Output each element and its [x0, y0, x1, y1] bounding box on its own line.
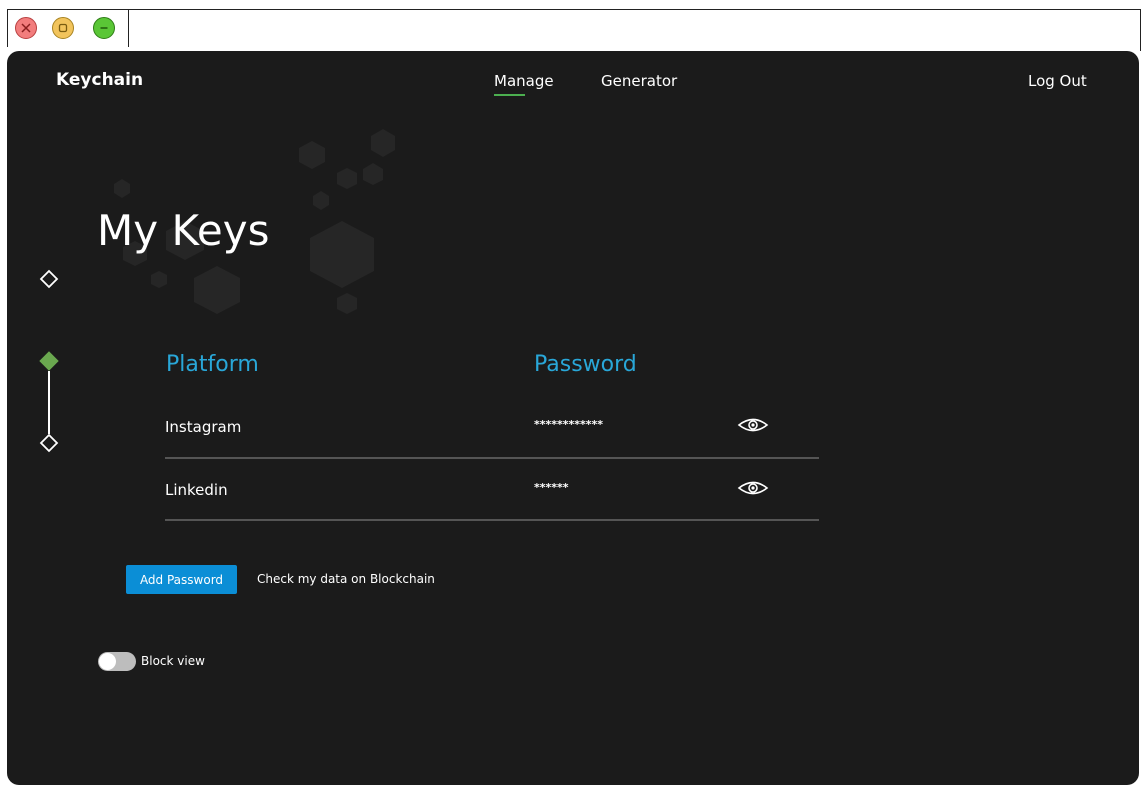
password-mask: ************ — [534, 418, 604, 431]
add-password-button[interactable]: Add Password — [126, 565, 237, 594]
page-title: My Keys — [97, 206, 270, 255]
app-window: Keychain Manage Generator Log Out My Key… — [7, 51, 1139, 785]
toggle-knob — [99, 653, 116, 670]
password-mask: ****** — [534, 481, 569, 494]
vertical-stepper — [39, 269, 59, 453]
nav-manage[interactable]: Manage — [494, 72, 554, 90]
row-divider — [165, 519, 819, 521]
stepper-step-3[interactable] — [39, 433, 59, 453]
password-column-header: Password — [534, 352, 637, 377]
row-divider — [165, 457, 819, 459]
chrome-border — [129, 9, 1141, 10]
platform-column-header: Platform — [166, 352, 259, 377]
platform-cell: Linkedin — [165, 481, 228, 499]
block-view-toggle[interactable] — [98, 652, 136, 671]
window-controls — [7, 9, 129, 47]
block-view-label: Block view — [141, 654, 205, 668]
maximize-icon[interactable] — [52, 17, 74, 39]
eye-icon[interactable] — [737, 479, 769, 497]
nav-generator[interactable]: Generator — [601, 72, 677, 90]
check-blockchain-link[interactable]: Check my data on Blockchain — [257, 572, 435, 586]
logout-link[interactable]: Log Out — [1028, 72, 1087, 90]
stepper-step-1[interactable] — [39, 269, 59, 289]
eye-icon[interactable] — [737, 416, 769, 434]
platform-cell: Instagram — [165, 418, 242, 436]
nav-active-indicator — [494, 94, 525, 96]
close-icon[interactable] — [15, 17, 37, 39]
stepper-step-2-active[interactable] — [39, 351, 59, 371]
minimize-icon[interactable] — [93, 17, 115, 39]
